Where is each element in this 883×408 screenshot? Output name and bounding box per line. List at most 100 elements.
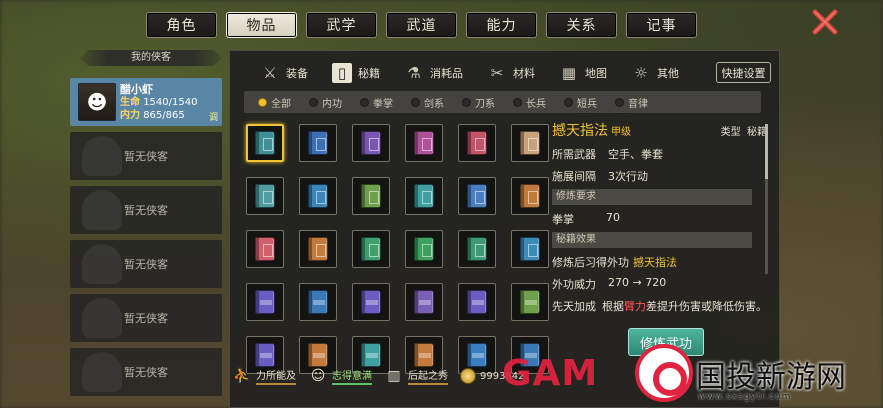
book-slot[interactable] — [246, 283, 284, 321]
detail-grade: 甲级 — [611, 127, 631, 138]
book-icon — [467, 131, 487, 155]
party-slot-empty[interactable]: 暂无侠客 — [70, 186, 222, 234]
book-icon — [255, 237, 275, 261]
tab-6[interactable]: 记事 — [626, 12, 697, 38]
book-slot[interactable] — [511, 124, 549, 162]
category-tab-3[interactable]: ✂ 材料 — [487, 61, 535, 85]
watermark-brand: GAM — [502, 353, 599, 394]
filter-label: 拳掌 — [373, 98, 393, 110]
book-icon — [467, 237, 487, 261]
filter-option[interactable]: 长兵 — [513, 95, 546, 110]
category-tab-4[interactable]: ▦ 地图 — [559, 61, 607, 85]
close-button[interactable] — [810, 7, 840, 37]
category-tabs: ⚔ 装备 ▯ 秘籍 ⚗ 消耗品 ✂ 材料 ▦ 地图 ☼ 其他 — [260, 61, 679, 85]
book-slot[interactable] — [299, 177, 337, 215]
category-tab-0[interactable]: ⚔ 装备 — [260, 61, 308, 85]
book-slot[interactable] — [511, 283, 549, 321]
book-slot[interactable] — [246, 230, 284, 268]
book-icon — [520, 237, 540, 261]
detail-scrollbar[interactable] — [765, 124, 768, 274]
category-tab-5[interactable]: ☼ 其他 — [631, 61, 679, 85]
filter-option[interactable]: 刀系 — [462, 95, 495, 110]
party-slot-empty[interactable]: 暂无侠客 — [70, 348, 222, 396]
book-slot[interactable] — [352, 177, 390, 215]
book-slot[interactable] — [458, 124, 496, 162]
map-icon: ▦ — [561, 64, 577, 82]
book-slot[interactable] — [352, 283, 390, 321]
book-icon — [520, 131, 540, 155]
party-slot-empty[interactable]: 暂无侠客 — [70, 132, 222, 180]
filter-option[interactable]: 拳掌 — [360, 95, 393, 110]
filter-option[interactable]: 剑系 — [411, 95, 444, 110]
book-slot[interactable] — [511, 177, 549, 215]
face-icon: ☺ — [310, 368, 326, 384]
top-tab-bar: 角色 物品 武学 武道 能力 关系 记事 — [146, 12, 697, 38]
book-slot[interactable] — [299, 283, 337, 321]
filter-option[interactable]: 短兵 — [564, 95, 597, 110]
status-label: 志得意满 — [332, 367, 372, 385]
book-slot[interactable] — [458, 230, 496, 268]
party-slot-empty[interactable]: 暂无侠客 — [70, 240, 222, 288]
book-slot[interactable] — [405, 230, 443, 268]
coin-icon — [460, 368, 476, 384]
book-icon — [308, 184, 328, 208]
status-item: ▥ 后起之秀 — [384, 366, 448, 386]
tab-1[interactable]: 物品 — [226, 12, 297, 38]
status-label: 力所能及 — [256, 367, 296, 385]
filter-label: 刀系 — [475, 98, 495, 110]
category-label: 其他 — [657, 67, 679, 80]
category-tab-1[interactable]: ▯ 秘籍 — [332, 61, 380, 85]
hero-hp: 生命 1540/1540 — [120, 96, 198, 108]
tab-5[interactable]: 关系 — [546, 12, 617, 38]
status-label: 后起之秀 — [408, 367, 448, 385]
filter-option[interactable]: 音律 — [615, 95, 648, 110]
material-icon: ✂ — [490, 64, 504, 82]
category-label: 消耗品 — [430, 67, 463, 80]
detail-weapon-row: 所需武器 空手、拳套 — [552, 148, 663, 161]
party-slot-empty[interactable]: 暂无侠客 — [70, 294, 222, 342]
book-slot[interactable] — [246, 177, 284, 215]
radio-icon — [309, 97, 318, 107]
book-slot[interactable] — [405, 124, 443, 162]
party-slot-hero[interactable]: ☻ 醋小虾 生命 1540/1540 内力 865/865 调 — [70, 78, 222, 126]
book-grid — [246, 124, 549, 374]
empty-slot-label: 暂无侠客 — [124, 258, 168, 271]
filter-option[interactable]: 内功 — [309, 95, 342, 110]
book-slot[interactable] — [405, 177, 443, 215]
detail-interval-row: 施展间隔 3次行动 — [552, 170, 648, 183]
detail-name: 撼天指法 — [552, 123, 608, 139]
empty-slot-label: 暂无侠客 — [124, 204, 168, 217]
radio-icon — [258, 97, 267, 107]
filter-option[interactable]: 全部 — [258, 95, 291, 110]
category-tab-2[interactable]: ⚗ 消耗品 — [404, 61, 463, 85]
filter-bar: 全部 内功 拳掌 剑系 刀系 长兵 短兵 音律 — [244, 91, 761, 113]
tune-label: 调 — [208, 113, 218, 123]
status-item: ☺ 志得意满 — [308, 366, 372, 386]
book-slot[interactable] — [352, 230, 390, 268]
book-slot[interactable] — [405, 283, 443, 321]
book-slot[interactable] — [458, 283, 496, 321]
learn-row: 修炼后习得外功 撼天指法 — [552, 256, 677, 269]
book-slot[interactable] — [458, 177, 496, 215]
category-label: 秘籍 — [358, 67, 380, 80]
lamp-icon: ☼ — [634, 64, 648, 82]
book-slot[interactable] — [352, 124, 390, 162]
tab-0[interactable]: 角色 — [146, 12, 217, 38]
filter-label: 剑系 — [424, 98, 444, 110]
quick-settings-button[interactable]: 快捷设置 — [716, 62, 771, 83]
book-slot[interactable] — [299, 230, 337, 268]
filter-label: 短兵 — [577, 98, 597, 110]
book-slot[interactable] — [246, 124, 284, 162]
close-icon — [812, 9, 838, 35]
book-slot[interactable] — [511, 230, 549, 268]
watermark-text: 国投新游网 — [696, 360, 846, 395]
book-slot[interactable] — [299, 124, 337, 162]
effect-header: 秘籍效果 — [552, 232, 752, 248]
tab-2[interactable]: 武学 — [306, 12, 377, 38]
radio-icon — [411, 97, 420, 107]
tab-3[interactable]: 武道 — [386, 12, 457, 38]
filter-label: 全部 — [271, 98, 291, 110]
category-label: 材料 — [513, 67, 535, 80]
filter-label: 长兵 — [526, 98, 546, 110]
tab-4[interactable]: 能力 — [466, 12, 537, 38]
